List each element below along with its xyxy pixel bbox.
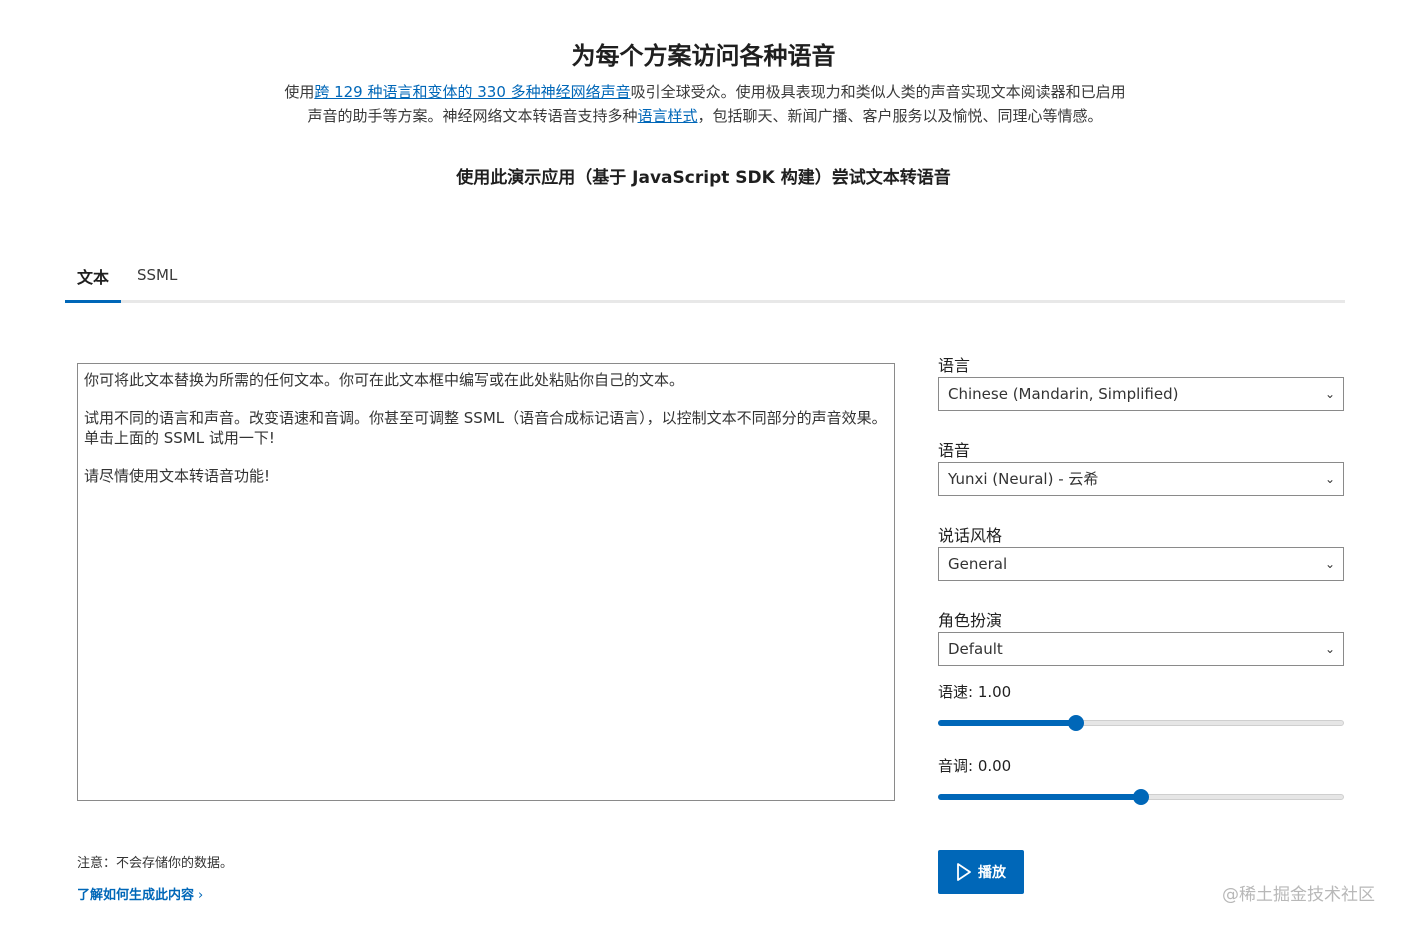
pitch-slider[interactable] xyxy=(938,787,1344,807)
play-icon xyxy=(957,863,971,881)
chevron-down-icon: ⌄ xyxy=(1324,642,1335,656)
pitch-label: 音调: 0.00 xyxy=(938,757,1012,775)
slider-thumb[interactable] xyxy=(1068,715,1085,731)
language-label: 语言 xyxy=(938,356,971,375)
learn-more-link[interactable]: 了解如何生成此内容 › xyxy=(77,884,203,903)
demo-subtitle: 使用此演示应用（基于 JavaScript SDK 构建）尝试文本转语音 xyxy=(456,168,951,188)
slider-fill xyxy=(938,794,1141,800)
privacy-note: 注意：不会存储你的数据。 xyxy=(77,856,234,871)
chevron-down-icon: ⌄ xyxy=(1324,387,1335,401)
style-select[interactable]: General ⌄ xyxy=(938,547,1344,581)
page-title: 为每个方案访问各种语音 xyxy=(571,42,836,70)
role-label: 角色扮演 xyxy=(938,611,1003,630)
text-input-area[interactable]: 你可将此文本替换为所需的任何文本。你可在此文本框中编写或在此处粘贴你自己的文本。… xyxy=(77,363,895,801)
chevron-down-icon: ⌄ xyxy=(1324,472,1335,486)
text-paragraph: 试用不同的语言和声音。改变语速和音调。你甚至可调整 SSML（语音合成标记语言）… xyxy=(84,409,887,447)
language-select-value: Chinese (Mandarin, Simplified) xyxy=(948,385,1179,403)
language-styles-link[interactable]: 语言样式 xyxy=(637,107,697,125)
text-paragraph: 你可将此文本替换为所需的任何文本。你可在此文本框中编写或在此处粘贴你自己的文本。 xyxy=(84,371,685,389)
play-label: 播放 xyxy=(978,865,1006,881)
style-label: 说话风格 xyxy=(938,526,1003,545)
tab-bar-divider xyxy=(65,300,1345,303)
rate-label: 语速: 1.00 xyxy=(938,683,1012,701)
voice-select[interactable]: Yunxi (Neural) - 云希 ⌄ xyxy=(938,462,1344,496)
tab-ssml[interactable]: SSML xyxy=(137,266,177,284)
role-select-value: Default xyxy=(948,640,1003,658)
voice-label: 语音 xyxy=(938,441,971,460)
play-button[interactable]: 播放 xyxy=(938,850,1024,894)
tab-bar: 文本 SSML xyxy=(65,256,1345,304)
style-select-value: General xyxy=(948,555,1008,573)
text-paragraph: 请尽情使用文本转语音功能! xyxy=(84,467,271,485)
slider-thumb[interactable] xyxy=(1133,789,1149,805)
rate-slider[interactable] xyxy=(938,713,1344,733)
tab-text[interactable]: 文本 xyxy=(77,264,109,288)
slider-fill xyxy=(938,720,1077,726)
role-select[interactable]: Default ⌄ xyxy=(938,632,1344,666)
desc-prefix: 使用 xyxy=(284,83,315,101)
desc-suffix: ，包括聊天、新闻广播、客户服务以及愉悦、同理心等情感。 xyxy=(697,107,1103,125)
voices-link[interactable]: 跨 129 种语言和变体的 330 多种神经网络声音 xyxy=(314,83,630,101)
active-tab-indicator xyxy=(65,300,121,303)
hero-description: 使用跨 129 种语言和变体的 330 多种神经网络声音吸引全球受众。使用极具表… xyxy=(280,80,1130,128)
language-select[interactable]: Chinese (Mandarin, Simplified) ⌄ xyxy=(938,377,1344,411)
watermark: @稀土掘金技术社区 xyxy=(1222,885,1375,905)
chevron-down-icon: ⌄ xyxy=(1324,557,1335,571)
chevron-right-icon: › xyxy=(198,888,204,903)
learn-more-label: 了解如何生成此内容 xyxy=(77,888,195,903)
voice-select-value: Yunxi (Neural) - 云希 xyxy=(948,470,1099,488)
